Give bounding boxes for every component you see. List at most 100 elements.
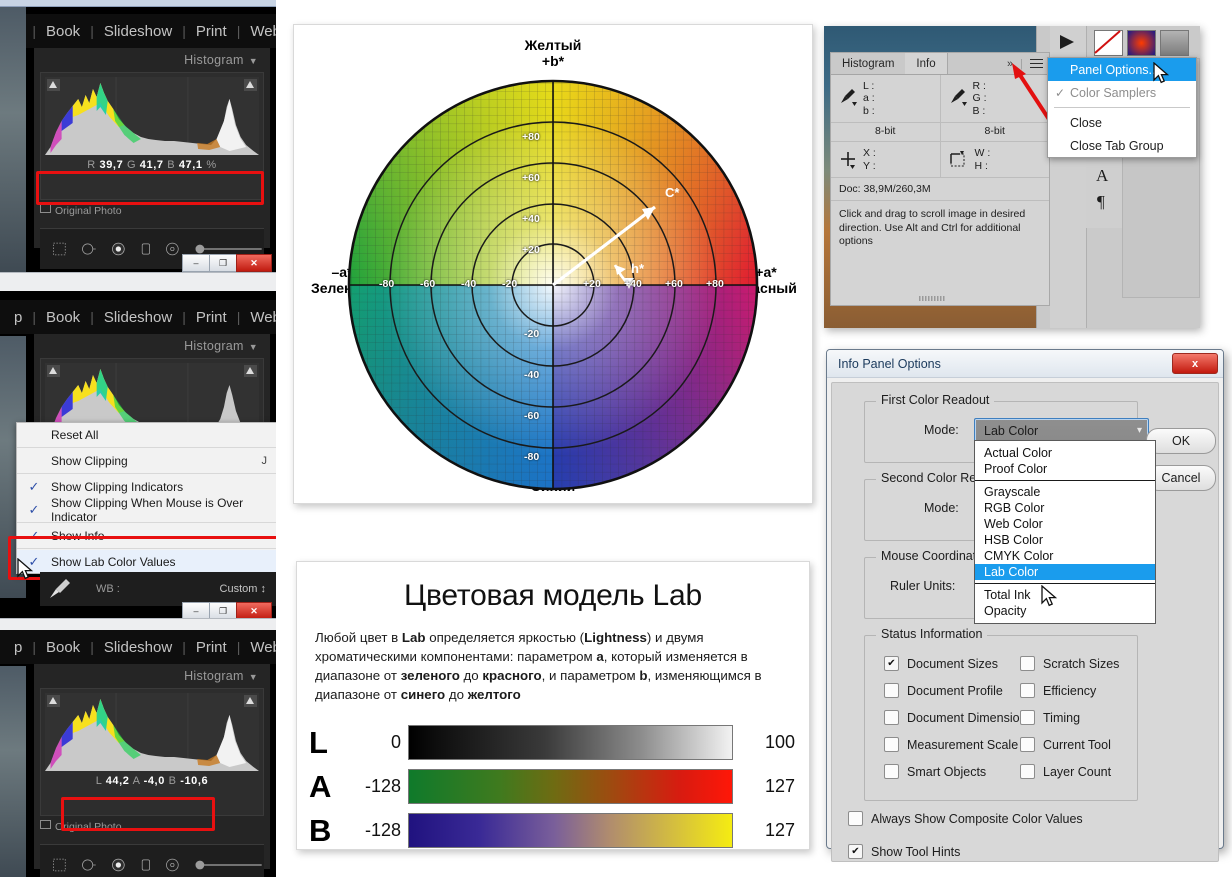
- checkbox-current-tool[interactable]: Current Tool: [1020, 737, 1111, 752]
- redeye-icon[interactable]: [111, 855, 126, 875]
- checkbox-box[interactable]: [884, 737, 899, 752]
- restore-button[interactable]: ❐: [209, 254, 237, 272]
- menu-item-show-info[interactable]: ✓ Show Info: [17, 524, 276, 547]
- wb-row[interactable]: WB : Custom ↕: [40, 572, 276, 606]
- chevron-down-icon[interactable]: ▼: [249, 342, 258, 352]
- option-lab-color[interactable]: Lab Color: [975, 564, 1155, 580]
- module-p[interactable]: p: [4, 309, 32, 326]
- first-mode-dropdown-list[interactable]: Actual Color Proof Color Grayscale RGB C…: [974, 440, 1156, 624]
- menu-item-show-clipping-when-mouse-over[interactable]: ✓ Show Clipping When Mouse is Over Indic…: [17, 498, 276, 521]
- option-cmyk-color[interactable]: CMYK Color: [975, 548, 1155, 564]
- chevron-down-icon[interactable]: ▼: [249, 56, 258, 66]
- flyout-item-close-tab-group[interactable]: Close Tab Group: [1048, 134, 1196, 157]
- checkbox-document-dimensions[interactable]: Document Dimensions: [884, 710, 1033, 725]
- highlight-clipping-indicator[interactable]: [244, 79, 257, 91]
- shadow-clipping-indicator[interactable]: [47, 695, 60, 707]
- module-book[interactable]: Book: [36, 23, 90, 40]
- graduated-filter-icon[interactable]: [140, 855, 152, 875]
- panel-resize-grip[interactable]: [919, 296, 945, 301]
- histogram-header-middle[interactable]: Histogram▼: [34, 334, 270, 358]
- shadow-clipping-indicator[interactable]: [47, 79, 60, 91]
- close-button[interactable]: ✕: [236, 254, 272, 272]
- checkbox-box[interactable]: [1020, 764, 1035, 779]
- highlight-clipping-indicator[interactable]: [244, 365, 257, 377]
- checkbox-box[interactable]: [1020, 656, 1035, 671]
- flyout-item-panel-options[interactable]: Panel Options...: [1048, 58, 1196, 81]
- checkbox-measurement-scale[interactable]: Measurement Scale: [884, 737, 1018, 752]
- checkbox-layer-count[interactable]: Layer Count: [1020, 764, 1111, 779]
- option-proof-color[interactable]: Proof Color: [975, 461, 1155, 477]
- dialog-close-button[interactable]: x: [1172, 353, 1218, 374]
- graduated-filter-icon[interactable]: [140, 239, 152, 259]
- lr-tool-strip-bottom[interactable]: [40, 844, 264, 877]
- option-grayscale[interactable]: Grayscale: [975, 484, 1155, 500]
- menu-item-show-lab-color-values[interactable]: ✓ Show Lab Color Values: [17, 550, 276, 573]
- tab-info[interactable]: Info: [905, 53, 947, 74]
- menu-item-reset-all[interactable]: Reset All: [17, 423, 276, 446]
- module-print[interactable]: Print: [186, 309, 237, 326]
- chevron-down-icon[interactable]: ▼: [249, 672, 258, 682]
- cancel-button[interactable]: Cancel: [1146, 465, 1216, 491]
- option-web-color[interactable]: Web Color: [975, 516, 1155, 532]
- module-p[interactable]: p: [4, 639, 32, 656]
- checkbox-always-show-composite-color-values[interactable]: Always Show Composite Color Values: [848, 811, 1083, 826]
- lr-module-bar-top[interactable]: p | Book | Slideshow | Print | Web: [0, 14, 276, 48]
- flyout-item-close[interactable]: Close: [1048, 111, 1196, 134]
- menu-item-show-clipping[interactable]: Show Clipping J: [17, 449, 276, 472]
- lr-module-bar-bottom[interactable]: p | Book | Slideshow | Print | Web: [0, 630, 276, 664]
- shadow-clipping-indicator[interactable]: [47, 365, 60, 377]
- histogram-header-bottom[interactable]: Histogram▼: [34, 664, 270, 688]
- character-panel-icon[interactable]: A: [1096, 166, 1108, 186]
- checkbox-box[interactable]: [848, 844, 863, 859]
- module-web[interactable]: Web: [240, 23, 276, 40]
- window-controls-middle[interactable]: – ❐ ✕: [183, 603, 272, 619]
- option-actual-color[interactable]: Actual Color: [975, 445, 1155, 461]
- chevron-down-icon[interactable]: ▾: [1137, 425, 1142, 436]
- module-web[interactable]: Web: [240, 309, 276, 326]
- tab-histogram[interactable]: Histogram: [831, 53, 905, 74]
- dock-swatch-gradient[interactable]: [1127, 30, 1156, 56]
- module-slideshow[interactable]: Slideshow: [94, 23, 182, 40]
- module-book[interactable]: Book: [36, 639, 90, 656]
- module-web[interactable]: Web: [240, 639, 276, 656]
- paragraph-panel-icon[interactable]: ¶: [1097, 192, 1105, 212]
- checkbox-box[interactable]: [884, 710, 899, 725]
- checkbox-box[interactable]: [884, 656, 899, 671]
- flyout-item-color-samplers[interactable]: ✓ Color Samplers: [1048, 81, 1196, 104]
- brush-size-slider[interactable]: [194, 857, 264, 873]
- option-opacity[interactable]: Opacity: [975, 603, 1155, 619]
- minimize-button[interactable]: –: [182, 254, 210, 272]
- wb-value[interactable]: Custom ↕: [220, 583, 266, 595]
- eyedropper-icon[interactable]: [44, 576, 74, 602]
- radial-filter-icon[interactable]: [165, 239, 180, 259]
- module-book[interactable]: Book: [36, 309, 90, 326]
- checkbox-efficiency[interactable]: Efficiency: [1020, 683, 1096, 698]
- checkbox-smart-objects[interactable]: Smart Objects: [884, 764, 986, 779]
- play-triangle-icon[interactable]: [1058, 34, 1078, 50]
- panel-options-flyout-menu[interactable]: Panel Options... ✓ Color Samplers Close …: [1047, 57, 1197, 158]
- redeye-icon[interactable]: [111, 239, 126, 259]
- option-hsb-color[interactable]: HSB Color: [975, 532, 1155, 548]
- module-print[interactable]: Print: [186, 23, 237, 40]
- spot-removal-icon[interactable]: [81, 239, 97, 259]
- highlight-clipping-indicator[interactable]: [244, 695, 257, 707]
- radial-filter-icon[interactable]: [165, 855, 180, 875]
- window-controls-top[interactable]: – ❐ ✕: [183, 255, 272, 271]
- histogram-context-menu[interactable]: Reset All Show Clipping J ✓ Show Clippin…: [16, 422, 276, 574]
- checkbox-show-tool-hints[interactable]: Show Tool Hints: [848, 844, 960, 859]
- checkbox-box[interactable]: [848, 811, 863, 826]
- option-rgb-color[interactable]: RGB Color: [975, 500, 1155, 516]
- checkbox-timing[interactable]: Timing: [1020, 710, 1080, 725]
- spot-removal-icon[interactable]: [81, 855, 97, 875]
- checkbox-box[interactable]: [884, 683, 899, 698]
- checkbox-scratch-sizes[interactable]: Scratch Sizes: [1020, 656, 1119, 671]
- lr-module-bar-middle[interactable]: p | Book | Slideshow | Print | Web: [0, 300, 276, 334]
- module-slideshow[interactable]: Slideshow: [94, 309, 182, 326]
- ok-button[interactable]: OK: [1146, 428, 1216, 454]
- module-print[interactable]: Print: [186, 639, 237, 656]
- histogram-header-top[interactable]: Histogram▼: [34, 48, 270, 72]
- checkbox-box[interactable]: [884, 764, 899, 779]
- checkbox-document-sizes[interactable]: Document Sizes: [884, 656, 998, 671]
- module-slideshow[interactable]: Slideshow: [94, 639, 182, 656]
- checkbox-box[interactable]: [1020, 737, 1035, 752]
